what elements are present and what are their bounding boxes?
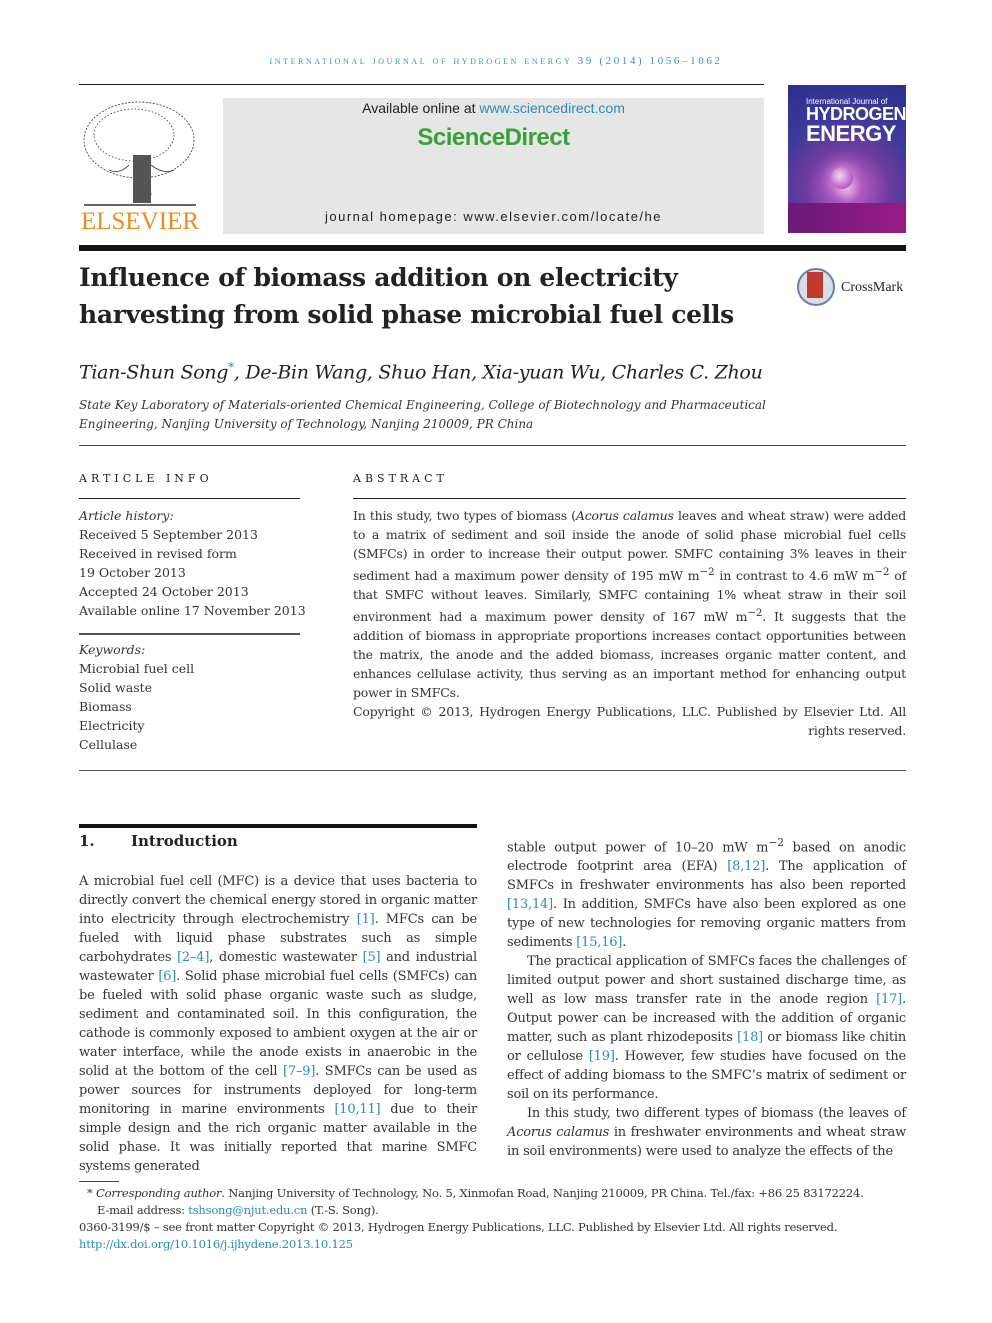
citation-link[interactable]: [7–9] <box>283 1064 315 1079</box>
email-link[interactable]: tshsong@njut.edu.cn <box>188 1203 307 1217</box>
header-divider <box>79 245 906 251</box>
crossmark-ribbon <box>807 272 823 298</box>
cover-orb <box>831 167 853 189</box>
history-item: Available online 17 November 2013 <box>79 603 306 618</box>
keyword: Cellulase <box>79 737 138 752</box>
doi-link[interactable]: http://dx.doi.org/10.1016/j.ijhydene.201… <box>79 1237 353 1251</box>
available-online: Available online at www.sciencedirect.co… <box>362 100 625 116</box>
crossmark-button[interactable]: CrossMark <box>797 268 909 308</box>
divider <box>79 445 906 446</box>
section-heading: 1. Introduction <box>79 832 238 850</box>
section-divider <box>79 824 477 828</box>
citation-link[interactable]: [2–4] <box>177 950 209 965</box>
intro-column-2: stable output power of 10–20 mW m−2 base… <box>507 833 906 1161</box>
corresponding-author-note: * Corresponding author. Nanjing Universi… <box>87 1186 864 1200</box>
author-list: Tian-Shun Song*, De-Bin Wang, Shuo Han, … <box>79 360 763 384</box>
affiliation: State Key Laboratory of Materials-orient… <box>79 398 766 431</box>
article-title: Influence of biomass addition on electri… <box>79 263 734 329</box>
intro-column-1: A microbial fuel cell (MFC) is a device … <box>79 872 477 1176</box>
keyword: Microbial fuel cell <box>79 661 195 676</box>
history-item: Accepted 24 October 2013 <box>79 584 249 599</box>
history-label: Article history: <box>79 508 174 523</box>
author[interactable]: Shuo Han <box>378 361 471 383</box>
author[interactable]: De-Bin Wang <box>245 361 367 383</box>
sciencedirect-banner: Available online at www.sciencedirect.co… <box>223 98 764 234</box>
divider <box>79 84 764 85</box>
citation-link[interactable]: [18] <box>737 1030 763 1045</box>
abstract-paragraph: In this study, two types of biomass (Aco… <box>353 508 907 701</box>
citation-link[interactable]: [13,14] <box>507 897 553 912</box>
history-item: Received 5 September 2013 <box>79 527 258 542</box>
footnotes: * Corresponding author. Nanjing Universi… <box>79 1185 919 1253</box>
citation-link[interactable]: [1] <box>357 912 375 927</box>
cover-footer <box>788 203 906 233</box>
paragraph: A microbial fuel cell (MFC) is a device … <box>79 874 477 1174</box>
history-item: 19 October 2013 <box>79 565 186 580</box>
paragraph: In this study, two different types of bi… <box>507 1106 906 1160</box>
citation-link[interactable]: [15,16] <box>576 935 622 950</box>
footnote-divider <box>79 1181 119 1182</box>
abstract-heading: ABSTRACT <box>353 472 448 485</box>
divider <box>79 498 300 499</box>
article-history: Article history: Received 5 September 20… <box>79 506 309 620</box>
email-note: E-mail address: tshsong@njut.edu.cn (T.-… <box>97 1203 379 1217</box>
author[interactable]: Xia-yuan Wu <box>483 361 601 383</box>
keyword: Solid waste <box>79 680 153 695</box>
paragraph: stable output power of 10–20 mW m−2 base… <box>507 836 907 951</box>
keywords: Keywords: Microbial fuel cell Solid wast… <box>79 640 309 754</box>
citation-link[interactable]: [17] <box>876 992 902 1007</box>
abstract-body: In this study, two types of biomass (Aco… <box>353 506 906 740</box>
citation-link[interactable]: [10,11] <box>334 1102 380 1117</box>
corresponding-mark[interactable]: * <box>228 360 234 374</box>
paragraph: The practical application of SMFCs faces… <box>507 954 906 1103</box>
journal-homepage: journal homepage: www.elsevier.com/locat… <box>325 209 662 224</box>
history-item: Received in revised form <box>79 546 237 561</box>
author[interactable]: Charles C. Zhou <box>612 361 763 383</box>
journal-homepage-url[interactable]: www.elsevier.com/locate/he <box>463 209 662 224</box>
citation-link[interactable]: [6] <box>158 969 176 984</box>
citation-link[interactable]: [5] <box>363 950 381 965</box>
keyword: Biomass <box>79 699 132 714</box>
keyword: Electricity <box>79 718 145 733</box>
sciencedirect-logo: ScienceDirect <box>417 124 570 151</box>
divider <box>79 633 300 635</box>
abstract-copyright: Copyright © 2013, Hydrogen Energy Public… <box>353 704 906 739</box>
article-info-heading: ARTICLE INFO <box>79 472 213 485</box>
citation-link[interactable]: [8,12] <box>727 859 765 874</box>
running-head: International Journal of Hydrogen Energy… <box>269 55 723 67</box>
author[interactable]: Tian-Shun Song <box>79 361 228 383</box>
front-matter: 0360-3199/$ – see front matter Copyright… <box>79 1220 838 1234</box>
citation-link[interactable]: [19] <box>589 1049 615 1064</box>
divider <box>353 498 906 499</box>
divider <box>79 770 906 771</box>
journal-cover: International Journal of HYDROGEN ENERGY <box>788 85 906 233</box>
elsevier-wordmark: ELSEVIER <box>80 208 200 235</box>
keywords-label: Keywords: <box>79 642 146 657</box>
sciencedirect-link[interactable]: www.sciencedirect.com <box>479 100 625 116</box>
crossmark-label: CrossMark <box>841 280 904 295</box>
cover-title: HYDROGEN ENERGY <box>806 104 906 146</box>
